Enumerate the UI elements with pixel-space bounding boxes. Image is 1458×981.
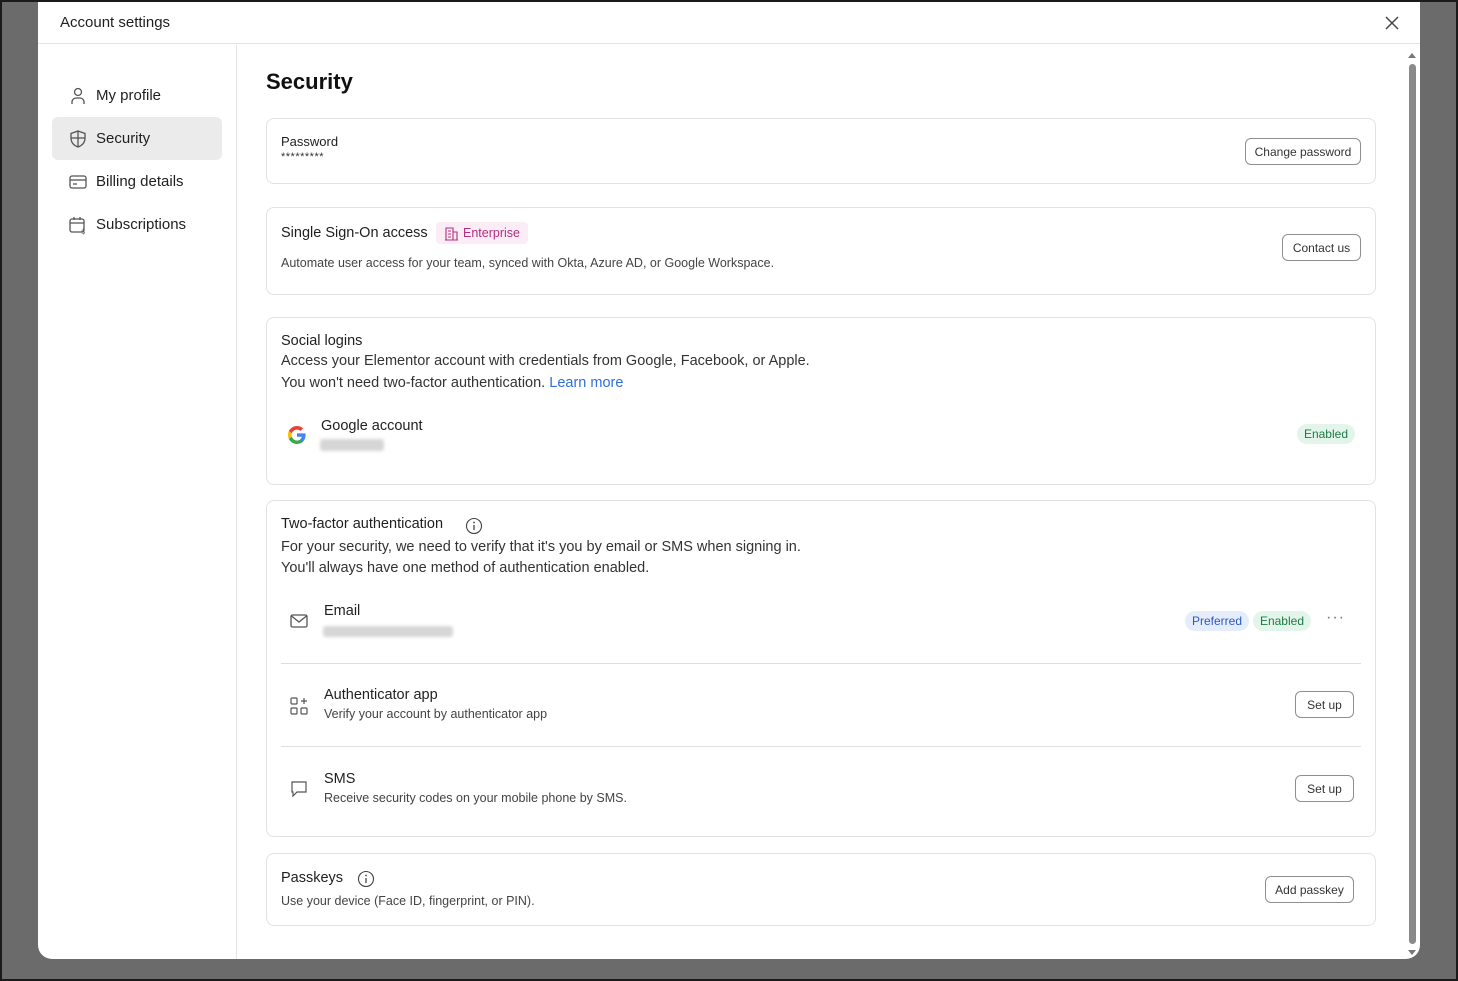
two-factor-card: Two-factor authentication For your secur… xyxy=(266,500,1376,837)
add-passkey-button[interactable]: Add passkey xyxy=(1265,876,1354,903)
preferred-badge: Preferred xyxy=(1184,611,1249,631)
sms-name: SMS xyxy=(324,771,356,787)
social-title: Social logins xyxy=(281,333,363,349)
google-account-email-redacted xyxy=(320,439,384,451)
google-account-name: Google account xyxy=(321,418,423,434)
chat-bubble-icon xyxy=(291,781,307,798)
user-icon xyxy=(71,87,85,104)
calendar-dollar-icon: $ xyxy=(69,216,85,235)
modal-title: Account settings xyxy=(60,14,171,31)
social-line-2-wrap: You won't need two-factor authentication… xyxy=(281,373,623,394)
mail-icon xyxy=(290,614,308,628)
sso-description: Automate user access for your team, sync… xyxy=(281,256,775,270)
enterprise-badge: Enterprise xyxy=(436,222,528,244)
close-icon xyxy=(1385,15,1399,30)
sidebar-item-label: My profile xyxy=(96,87,162,104)
sidebar: My profile Security Billing details $ Su… xyxy=(38,45,237,959)
page-title: Security xyxy=(266,69,353,94)
account-settings-modal: Account settings My profile Security Bil… xyxy=(38,2,1420,959)
twofa-title: Two-factor authentication xyxy=(281,516,444,532)
twofa-line-2: You'll always have one method of authent… xyxy=(281,560,650,576)
twofa-line-1: For your security, we need to verify tha… xyxy=(281,539,801,555)
sidebar-item-label: Billing details xyxy=(96,173,184,190)
shield-icon xyxy=(70,129,86,148)
email-enabled-badge: Enabled xyxy=(1252,611,1311,631)
apps-add-icon xyxy=(290,697,308,715)
social-line-1: Access your Elementor account with crede… xyxy=(281,353,810,369)
authenticator-setup-button[interactable]: Set up xyxy=(1295,691,1354,718)
passkeys-card: Passkeys Use your device (Face ID, finge… xyxy=(266,853,1376,926)
more-options-button[interactable]: ··· xyxy=(1326,609,1345,627)
social-logins-card: Social logins Access your Elementor acco… xyxy=(266,317,1376,485)
divider xyxy=(281,746,1361,747)
sso-title: Single Sign-On access xyxy=(281,225,428,241)
sidebar-item-my-profile[interactable]: My profile xyxy=(52,74,222,117)
divider xyxy=(281,663,1361,664)
sidebar-item-label: Security xyxy=(96,130,151,147)
email-address-redacted xyxy=(323,626,453,637)
enterprise-badge-label: Enterprise xyxy=(463,226,520,240)
google-icon xyxy=(288,426,306,444)
password-value: ********* xyxy=(281,151,325,163)
authenticator-app-name: Authenticator app xyxy=(324,687,438,703)
sms-setup-button[interactable]: Set up xyxy=(1295,775,1354,802)
sidebar-item-label: Subscriptions xyxy=(96,216,187,233)
password-label: Password xyxy=(281,134,339,149)
sidebar-item-security[interactable]: Security xyxy=(52,117,222,160)
scroll-down-arrow-icon[interactable] xyxy=(1406,948,1418,958)
sidebar-item-billing-details[interactable]: Billing details xyxy=(52,160,222,203)
passkeys-desc: Use your device (Face ID, fingerprint, o… xyxy=(281,894,535,908)
change-password-button[interactable]: Change password xyxy=(1245,138,1361,165)
email-method-name: Email xyxy=(324,603,361,619)
scrollbar-thumb[interactable] xyxy=(1409,64,1416,944)
social-line-2: You won't need two-factor authentication… xyxy=(281,375,546,391)
scrollbar[interactable] xyxy=(1406,50,1418,958)
password-card: Password ********* Change password xyxy=(266,118,1376,184)
sso-card: Single Sign-On access Enterprise Automat… xyxy=(266,207,1376,295)
passkeys-title: Passkeys xyxy=(281,870,344,886)
sidebar-item-subscriptions[interactable]: $ Subscriptions xyxy=(52,203,222,246)
authenticator-app-desc: Verify your account by authenticator app xyxy=(324,707,548,721)
close-button[interactable] xyxy=(1380,11,1404,35)
google-enabled-badge: Enabled xyxy=(1296,424,1355,444)
main-content: Security Password ********* Change passw… xyxy=(266,45,1376,959)
svg-text:$: $ xyxy=(81,228,85,235)
building-icon xyxy=(445,226,458,241)
credit-card-icon xyxy=(69,174,87,189)
info-icon[interactable] xyxy=(357,870,375,888)
modal-header: Account settings xyxy=(38,2,1420,44)
learn-more-link[interactable]: Learn more xyxy=(549,375,623,391)
info-icon[interactable] xyxy=(465,517,483,535)
contact-us-button[interactable]: Contact us xyxy=(1282,234,1361,261)
sms-desc: Receive security codes on your mobile ph… xyxy=(324,791,627,805)
scroll-up-arrow-icon[interactable] xyxy=(1406,50,1418,60)
